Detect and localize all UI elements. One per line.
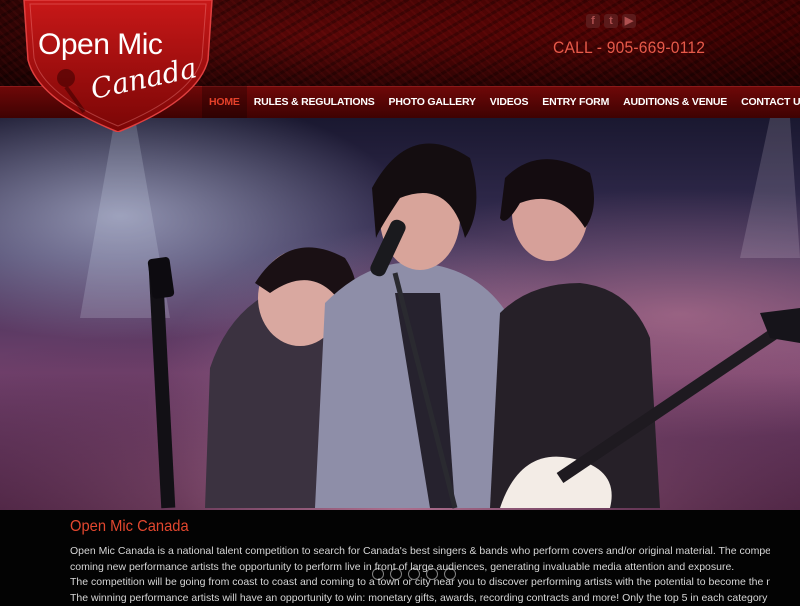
twitter-icon[interactable]: t (604, 14, 618, 28)
slider-dot[interactable] (372, 568, 384, 580)
youtube-icon[interactable]: ▶ (622, 14, 636, 28)
nav-entry-form[interactable]: ENTRY FORM (535, 86, 616, 118)
center-performer (315, 143, 515, 508)
slider-dot[interactable] (426, 568, 438, 580)
phone-number[interactable]: CALL - 905-669-0112 (553, 38, 705, 58)
slider-dot[interactable] (390, 568, 402, 580)
intro-line: The winning performance artists will hav… (70, 591, 770, 606)
main-nav: HOME RULES & REGULATIONS PHOTO GALLERY V… (202, 86, 800, 118)
facebook-icon[interactable]: f (586, 14, 600, 28)
slider-dot[interactable] (444, 568, 456, 580)
nav-rules-regulations[interactable]: RULES & REGULATIONS (247, 86, 382, 118)
intro-section: Open Mic Canada Open Mic Canada is a nat… (0, 510, 800, 600)
nav-videos[interactable]: VIDEOS (483, 86, 535, 118)
hero-banner (0, 118, 800, 510)
concert-photo (0, 118, 800, 510)
nav-photo-gallery[interactable]: PHOTO GALLERY (382, 86, 483, 118)
nav-contact-us[interactable]: CONTACT US (734, 86, 800, 118)
section-heading: Open Mic Canada (70, 518, 189, 536)
intro-line: Open Mic Canada is a national talent com… (70, 544, 770, 560)
slider-dots (372, 568, 456, 580)
site-logo[interactable]: Open Mic Canada (18, 0, 218, 132)
social-links: f t ▶ (586, 14, 636, 28)
nav-auditions-venue[interactable]: AUDITIONS & VENUE (616, 86, 734, 118)
logo-title: Open Mic (38, 28, 162, 62)
slider-dot[interactable] (408, 568, 420, 580)
